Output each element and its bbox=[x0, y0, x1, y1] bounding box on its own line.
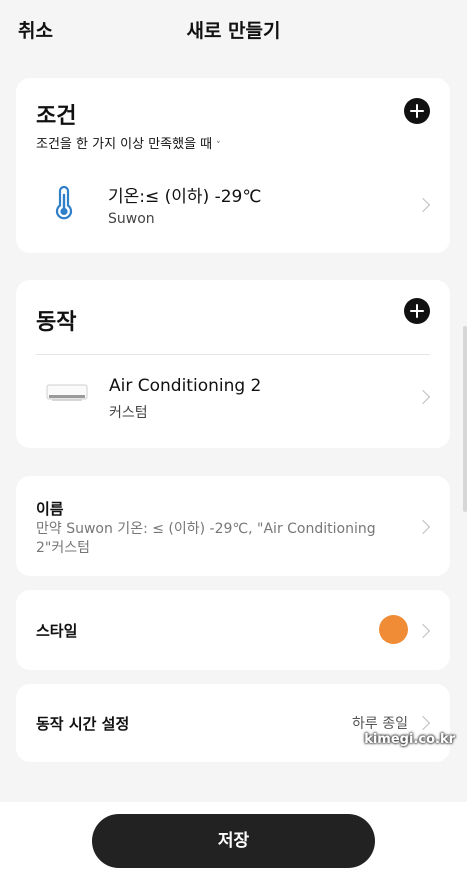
action-title: 동작 bbox=[36, 310, 77, 335]
condition-title: 조건 bbox=[36, 104, 77, 129]
chevron-down-icon: ˅ bbox=[216, 141, 221, 151]
action-item-setting: 커스텀 bbox=[109, 405, 148, 421]
condition-item-title: 기온:≤ (이하) -29℃ bbox=[108, 187, 262, 207]
action-card: 동작 Air Conditioning 2 커스텀 bbox=[16, 280, 450, 448]
time-value: 하루 종일 bbox=[352, 716, 408, 732]
page-title: 새로 만들기 bbox=[186, 20, 281, 42]
watermark: kimegi.co.kr bbox=[364, 732, 455, 747]
chevron-right-icon bbox=[415, 197, 431, 213]
style-color-swatch[interactable] bbox=[379, 615, 408, 644]
style-label: 스타일 bbox=[36, 622, 78, 640]
name-value: 만약 Suwon 기온: ≤ (이하) -29℃, "Air Condition… bbox=[36, 521, 376, 556]
time-card[interactable]: 동작 시간 설정 하루 종일 bbox=[16, 684, 450, 762]
scrollbar[interactable] bbox=[463, 326, 467, 512]
action-item-title: Air Conditioning 2 bbox=[109, 376, 262, 396]
air-conditioner-icon bbox=[46, 384, 88, 401]
add-action-button[interactable] bbox=[404, 298, 430, 324]
chevron-right-icon bbox=[415, 389, 431, 405]
divider bbox=[36, 354, 430, 355]
style-card[interactable]: 스타일 bbox=[16, 590, 450, 670]
name-card[interactable]: 이름 만약 Suwon 기온: ≤ (이하) -29℃, "Air Condit… bbox=[16, 476, 450, 576]
top-bar: 취소 새로 만들기 bbox=[0, 0, 467, 60]
chevron-right-icon bbox=[415, 715, 431, 731]
condition-item-location: Suwon bbox=[108, 211, 155, 227]
condition-card: 조건 조건을 한 가지 이상 만족했을 때 ˅ 기온:≤ (이하) -29℃ Su… bbox=[16, 78, 450, 253]
name-label: 이름 bbox=[36, 500, 64, 518]
action-item[interactable]: Air Conditioning 2 커스텀 bbox=[16, 364, 450, 428]
add-condition-button[interactable] bbox=[404, 98, 430, 124]
bottom-bar: 저장 bbox=[0, 802, 467, 880]
thermometer-icon bbox=[55, 186, 73, 220]
save-button[interactable]: 저장 bbox=[92, 814, 375, 868]
condition-item[interactable]: 기온:≤ (이하) -29℃ Suwon bbox=[16, 170, 450, 240]
chevron-right-icon bbox=[415, 623, 431, 639]
condition-mode-label: 조건을 한 가지 이상 만족했을 때 bbox=[36, 137, 213, 152]
chevron-right-icon bbox=[415, 519, 431, 535]
condition-mode-dropdown[interactable]: 조건을 한 가지 이상 만족했을 때 ˅ bbox=[36, 133, 221, 152]
time-label: 동작 시간 설정 bbox=[36, 715, 130, 733]
